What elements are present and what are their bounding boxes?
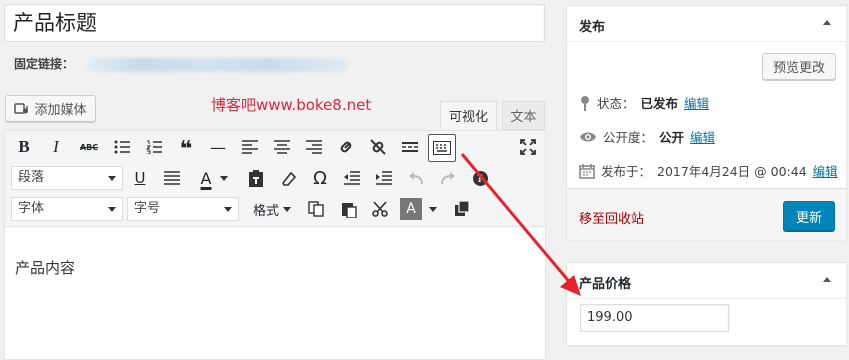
paste-icon[interactable] — [336, 196, 362, 222]
blockquote-button[interactable]: ❝ — [173, 134, 199, 161]
status-label: 状态： — [597, 96, 635, 111]
underline-button[interactable]: U — [127, 165, 153, 191]
special-character-button[interactable]: Ω — [307, 165, 333, 191]
paste-as-text-icon[interactable] — [243, 165, 269, 191]
permalink-url-blurred[interactable] — [86, 58, 348, 72]
eye-icon — [580, 132, 596, 141]
editor-content[interactable]: 产品内容 — [15, 257, 75, 278]
redo-icon[interactable] — [435, 165, 461, 191]
tab-text[interactable]: 文本 — [502, 101, 545, 130]
pin-icon — [581, 95, 589, 111]
help-icon[interactable]: ? — [467, 165, 493, 191]
tab-visual[interactable]: 可视化 — [440, 101, 497, 130]
read-more-icon[interactable] — [397, 134, 423, 160]
outdent-icon[interactable] — [339, 165, 365, 191]
cut-icon[interactable] — [367, 196, 393, 222]
fullscreen-icon[interactable] — [515, 134, 541, 160]
price-box-header[interactable]: 产品价格 — [567, 263, 846, 299]
bold-button[interactable]: B — [11, 134, 37, 160]
text-color-dropdown-icon[interactable] — [217, 165, 231, 191]
status-value: 已发布 — [640, 96, 679, 111]
product-price-box: 产品价格 199.00 — [566, 262, 847, 346]
media-icon — [14, 102, 30, 116]
publish-actions: 移至回收站 更新 — [567, 188, 846, 240]
toolbar-toggle-icon[interactable] — [428, 134, 456, 162]
justify-icon[interactable] — [159, 165, 185, 191]
visibility-value: 公开 — [659, 130, 685, 145]
formats-menu-button[interactable]: 格式 — [247, 196, 297, 222]
published-date-row: 发布于： 2017年4月24日 @ 00:44 编辑 — [579, 161, 838, 180]
published-edit-link[interactable]: 编辑 — [813, 161, 838, 180]
move-to-trash-link[interactable]: 移至回收站 — [579, 208, 644, 227]
font-family-select[interactable]: 字体 — [11, 197, 123, 221]
undo-icon[interactable] — [403, 165, 429, 191]
published-value: 2017年4月24日 @ 00:44 — [657, 164, 807, 179]
published-label: 发布于： — [601, 164, 652, 179]
add-media-label: 添加媒体 — [34, 103, 87, 118]
calendar-icon — [579, 163, 595, 179]
font-size-select[interactable]: 字号 — [127, 197, 239, 221]
add-media-button[interactable]: 添加媒体 — [5, 95, 96, 122]
collapse-arrow-icon[interactable] — [823, 20, 831, 25]
clear-formatting-icon[interactable] — [275, 165, 301, 191]
permalink-label: 固定链接： — [14, 57, 75, 71]
horizontal-line-button[interactable]: — — [205, 134, 231, 160]
post-title-input[interactable]: 产品标题 — [4, 4, 545, 42]
align-right-icon[interactable] — [301, 134, 327, 160]
collapse-arrow-icon[interactable] — [823, 277, 831, 282]
insert-link-icon[interactable] — [333, 134, 359, 160]
align-left-icon[interactable] — [237, 134, 263, 160]
visibility-row: 公开度： 公开 编辑 — [579, 127, 715, 146]
background-color-dropdown-icon[interactable] — [426, 196, 440, 222]
visibility-edit-link[interactable]: 编辑 — [690, 127, 715, 146]
paragraph-format-select[interactable]: 段落 — [11, 166, 123, 190]
status-row: 状态： 已发布 编辑 — [579, 93, 709, 112]
copy-icon[interactable] — [303, 196, 329, 222]
update-button[interactable]: 更新 — [783, 201, 835, 231]
editor-area[interactable]: B I ABC ❝ — 段落 U A Ω ? 字体 字号 格式 A 产品内容 — [4, 130, 546, 360]
copy-alt-icon[interactable] — [449, 196, 475, 222]
text-color-button[interactable]: A — [193, 165, 219, 191]
bullet-list-icon[interactable] — [109, 134, 135, 160]
publish-box: 发布 预览更改 状态： 已发布 编辑 公开度： 公开 编辑 发布于： 2017年… — [566, 5, 847, 240]
numbered-list-icon[interactable] — [141, 134, 167, 160]
editor-toolbar: B I ABC ❝ — 段落 U A Ω ? 字体 字号 格式 A — [5, 131, 545, 227]
visibility-label: 公开度： — [603, 130, 654, 145]
strikethrough-button[interactable]: ABC — [76, 134, 102, 160]
indent-icon[interactable] — [371, 165, 397, 191]
watermark-text: 博客吧www.boke8.net — [211, 96, 372, 114]
publish-box-header[interactable]: 发布 — [567, 6, 846, 42]
unlink-icon[interactable] — [365, 134, 391, 160]
price-input[interactable]: 199.00 — [580, 304, 729, 332]
align-center-icon[interactable] — [269, 134, 295, 160]
italic-button[interactable]: I — [43, 134, 69, 160]
background-color-button[interactable]: A — [400, 198, 422, 220]
status-edit-link[interactable]: 编辑 — [684, 93, 709, 112]
preview-changes-button[interactable]: 预览更改 — [762, 53, 836, 80]
